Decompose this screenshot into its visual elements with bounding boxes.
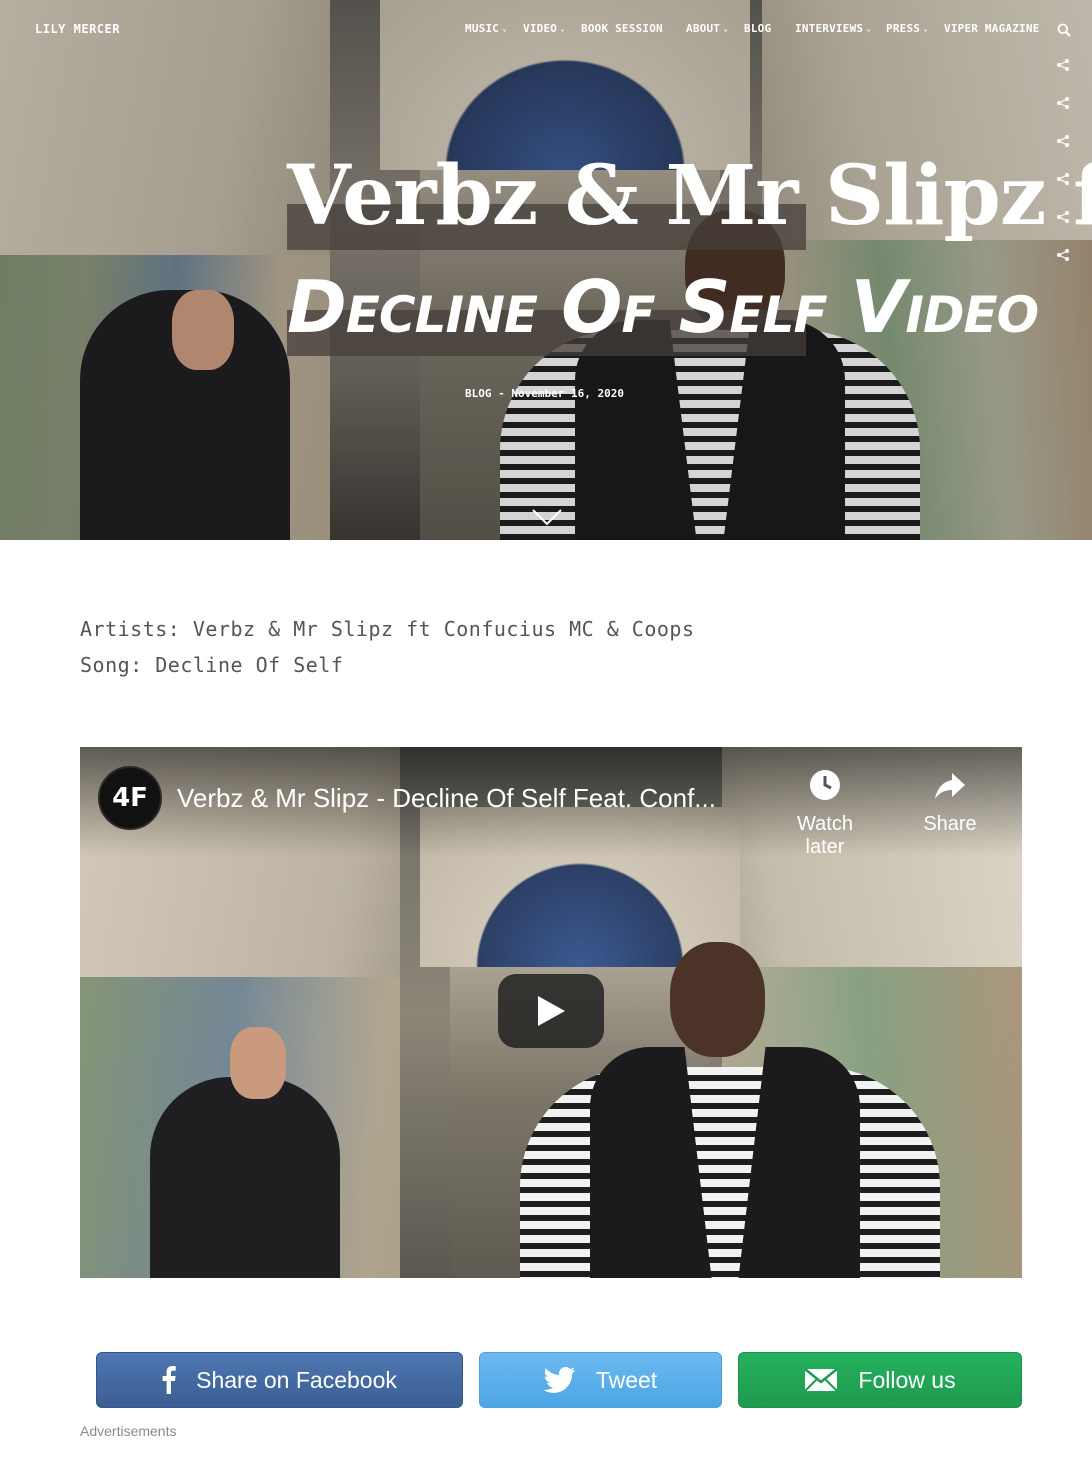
search-icon[interactable] bbox=[1057, 23, 1071, 37]
facebook-button-label: Share on Facebook bbox=[196, 1366, 397, 1393]
chevron-down-icon: ⌄ bbox=[502, 24, 508, 33]
nav-item-video[interactable]: VIDEO ⌄ bbox=[523, 22, 565, 35]
nav-item-interviews[interactable]: INTERVIEWS ⌄ bbox=[795, 22, 871, 35]
facebook-icon bbox=[162, 1366, 176, 1394]
tweet-button-label: Tweet bbox=[595, 1366, 658, 1393]
chevron-down-icon: ⌄ bbox=[923, 24, 929, 33]
artists-line: Artists: Verbz & Mr Slipz ft Confucius M… bbox=[80, 617, 695, 641]
share-icon[interactable] bbox=[1056, 58, 1070, 72]
nav-item-music[interactable]: MUSIC ⌄ bbox=[465, 22, 507, 35]
share-arrow-icon bbox=[935, 773, 965, 799]
share-icon[interactable] bbox=[1056, 248, 1070, 262]
post-title-line-2: Decline Of Self Video bbox=[287, 265, 1039, 349]
watch-later-label: Watch later bbox=[797, 813, 853, 858]
nav-item-blog[interactable]: BLOG bbox=[744, 22, 771, 35]
watch-later-button[interactable]: Watch later bbox=[780, 767, 870, 859]
post-meta: BLOG - November 16, 2020 bbox=[465, 387, 624, 400]
clock-icon bbox=[810, 770, 840, 800]
video-share-button[interactable]: Share bbox=[905, 767, 995, 836]
play-icon bbox=[538, 996, 565, 1026]
tweet-button[interactable]: Tweet bbox=[479, 1352, 722, 1408]
share-label: Share bbox=[923, 813, 977, 835]
channel-avatar[interactable]: 4F bbox=[98, 766, 162, 830]
share-icon[interactable] bbox=[1056, 96, 1070, 110]
twitter-bird-icon bbox=[543, 1367, 575, 1393]
song-line: Song: Decline Of Self bbox=[80, 653, 344, 677]
play-button[interactable] bbox=[498, 974, 604, 1048]
nav-item-book-session[interactable]: BOOK SESSION bbox=[581, 22, 663, 35]
embedded-video-player[interactable]: 4F Verbz & Mr Slipz - Decline Of Self Fe… bbox=[80, 747, 1022, 1278]
share-on-facebook-button[interactable]: Share on Facebook bbox=[96, 1352, 463, 1408]
chevron-down-icon: ⌄ bbox=[866, 24, 872, 33]
advertisements-label: Advertisements bbox=[80, 1423, 177, 1439]
site-brand-link[interactable]: LILY MERCER bbox=[35, 22, 120, 36]
follow-us-button[interactable]: Follow us bbox=[738, 1352, 1022, 1408]
hero-banner: LILY MERCER MUSIC ⌄ VIDEO ⌄ BOOK SESSION A… bbox=[0, 0, 1092, 540]
chevron-down-icon: ⌄ bbox=[560, 24, 566, 33]
nav-item-viper-magazine[interactable]: VIPER MAGAZINE bbox=[944, 22, 1040, 35]
chevron-down-icon: ⌄ bbox=[723, 24, 729, 33]
nav-item-about[interactable]: ABOUT ⌄ bbox=[686, 22, 728, 35]
video-title-link[interactable]: Verbz & Mr Slipz - Decline Of Self Feat.… bbox=[177, 783, 716, 814]
follow-button-label: Follow us bbox=[858, 1366, 956, 1393]
share-icon[interactable] bbox=[1056, 134, 1070, 148]
envelope-icon bbox=[804, 1368, 839, 1392]
post-title-line-1: Verbz & Mr Slipz ft bbox=[287, 148, 1092, 244]
scroll-down-chevron-icon[interactable] bbox=[531, 507, 563, 527]
nav-item-press[interactable]: PRESS ⌄ bbox=[886, 22, 928, 35]
